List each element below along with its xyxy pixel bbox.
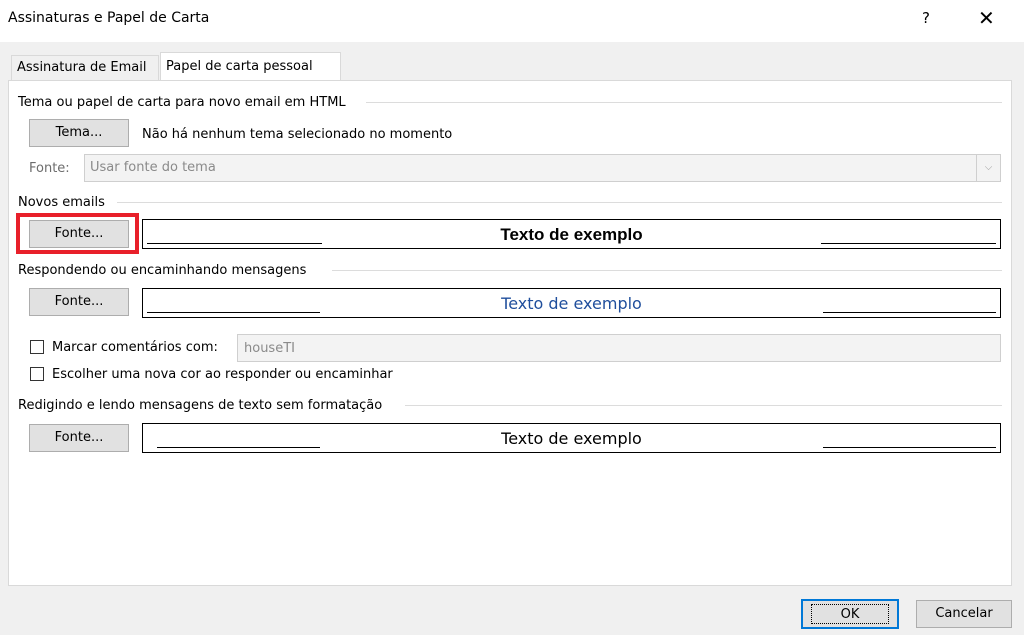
mark-comments-label: Marcar comentários com: — [52, 340, 218, 355]
sample-line-right — [823, 312, 996, 313]
theme-button[interactable]: Tema... — [29, 119, 129, 147]
new-color-checkbox[interactable] — [30, 367, 44, 381]
replying-header: Respondendo ou encaminhando mensagens — [18, 263, 307, 278]
theme-section-header: Tema ou papel de carta para novo email e… — [18, 95, 346, 110]
tab-personal-stationery-label: Papel de carta pessoal — [166, 59, 313, 74]
sample-line-right — [821, 243, 996, 244]
tab-personal-stationery[interactable]: Papel de carta pessoal — [160, 52, 341, 81]
divider — [332, 270, 1002, 271]
replying-font-button[interactable]: Fonte... — [29, 288, 129, 316]
plain-text-sample: Texto de exemplo — [142, 423, 1001, 453]
divider — [117, 202, 1002, 203]
new-emails-header: Novos emails — [18, 195, 105, 210]
theme-status: Não há nenhum tema selecionado no moment… — [142, 127, 453, 142]
replying-sample-text: Texto de exemplo — [501, 294, 642, 313]
highlight-box — [16, 213, 139, 254]
divider — [366, 102, 1002, 103]
replying-sample: Texto de exemplo — [142, 288, 1001, 318]
title-bar: Assinaturas e Papel de Carta ? ✕ — [0, 0, 1024, 42]
plain-text-font-button[interactable]: Fonte... — [29, 424, 129, 452]
close-icon[interactable]: ✕ — [978, 6, 995, 30]
window-title: Assinaturas e Papel de Carta — [8, 10, 210, 26]
chevron-down-icon: ⌵ — [976, 155, 1000, 181]
tab-email-signature[interactable]: Assinatura de Email — [11, 55, 159, 80]
theme-font-select[interactable]: Usar fonte do tema ⌵ — [84, 154, 1001, 182]
mark-comments-value: houseTI — [244, 341, 295, 356]
plain-text-header: Redigindo e lendo mensagens de texto sem… — [18, 398, 383, 413]
theme-font-value: Usar fonte do tema — [90, 160, 216, 175]
new-color-label: Escolher uma nova cor ao responder ou en… — [52, 367, 393, 382]
new-emails-sample-text: Texto de exemplo — [500, 225, 643, 244]
divider — [405, 405, 1002, 406]
help-button[interactable]: ? — [922, 9, 930, 27]
new-emails-sample: Texto de exemplo — [142, 219, 1001, 249]
ok-button-label: OK — [811, 604, 889, 624]
theme-font-label: Fonte: — [29, 161, 70, 176]
ok-button[interactable]: OK — [801, 599, 899, 629]
sample-line-right — [823, 447, 996, 448]
mark-comments-checkbox[interactable] — [30, 340, 44, 354]
cancel-button[interactable]: Cancelar — [916, 600, 1012, 628]
plain-text-sample-text: Texto de exemplo — [501, 429, 642, 448]
tab-email-signature-label: Assinatura de Email — [17, 60, 147, 75]
mark-comments-input: houseTI — [237, 334, 1001, 362]
